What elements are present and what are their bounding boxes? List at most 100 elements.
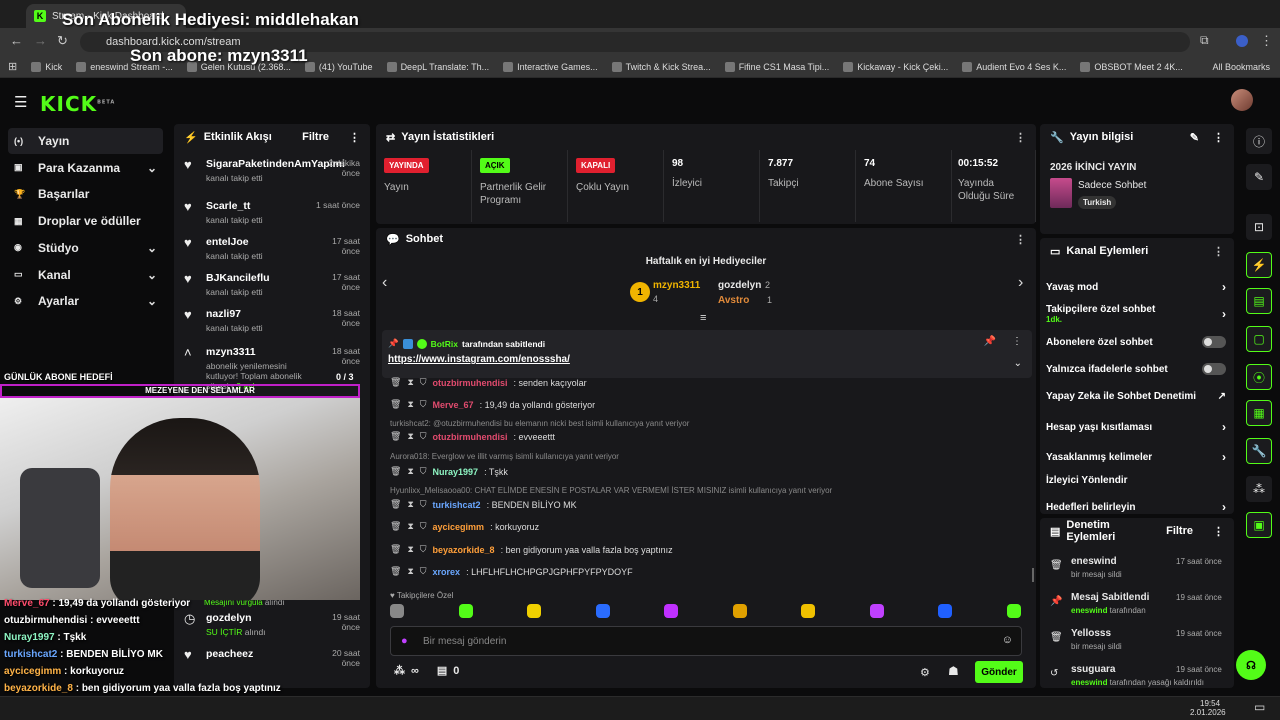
emote-icon[interactable] xyxy=(664,604,678,618)
channel-action[interactable]: Yapay Zeka ile Sohbet Denetimi ↗ xyxy=(1046,391,1226,402)
menu-icon[interactable]: ⋮ xyxy=(1260,33,1273,49)
channel-action[interactable]: İzleyici Yönlendir xyxy=(1046,475,1226,486)
nav-item[interactable]: ⚙ Ayarlar ⌄ xyxy=(8,288,163,314)
trash-icon[interactable]: 🗑 xyxy=(390,377,401,388)
document-icon[interactable]: ▤ xyxy=(1246,288,1272,314)
profile-icon[interactable] xyxy=(1236,35,1248,47)
mod-action-title[interactable]: eneswind xyxy=(1071,556,1117,567)
channel-action[interactable]: Hedefleri belirleyin › xyxy=(1046,500,1226,514)
reload-icon[interactable]: ↻ xyxy=(57,33,68,49)
gifter-name[interactable]: Avstro xyxy=(718,295,749,306)
gifter-name[interactable]: mzyn3311 xyxy=(653,280,700,291)
back-icon[interactable]: ← xyxy=(10,33,23,48)
mod-action-title[interactable]: ssuguara xyxy=(1071,664,1115,675)
nav-item[interactable]: ▣ Para Kazanma ⌄ xyxy=(8,155,163,181)
trash-icon[interactable]: 🗑 xyxy=(390,431,401,442)
emote-icon[interactable] xyxy=(595,604,610,618)
hamburger-icon[interactable]: ☰ xyxy=(14,93,27,111)
trash-icon[interactable]: 🗑 xyxy=(390,466,401,477)
forward-icon[interactable]: → xyxy=(34,33,47,48)
points-icon[interactable]: ⁂ xyxy=(394,664,405,677)
toggle-switch[interactable] xyxy=(1202,363,1226,375)
collapse-icon[interactable]: ≡ xyxy=(700,312,706,324)
activity-user[interactable]: BJKancileflu xyxy=(206,272,308,284)
bookmark-item[interactable]: (41) YouTube xyxy=(304,61,373,72)
prev-arrow-icon[interactable]: ‹ xyxy=(382,274,387,292)
notification-icon[interactable]: ▭ xyxy=(1254,700,1265,714)
emoji-icon[interactable]: ☺ xyxy=(1002,634,1013,646)
chat-username[interactable]: Nuray1997 xyxy=(433,467,479,477)
kick-logo[interactable]: KICKBETA xyxy=(40,92,115,116)
chevron-down-icon[interactable]: ⌄ xyxy=(1014,358,1022,369)
trash-icon[interactable]: 🗑 xyxy=(390,399,401,410)
emote-icon[interactable] xyxy=(458,604,473,618)
chat-username[interactable]: turkishcat2 xyxy=(433,500,481,510)
nav-item[interactable]: ◉ Stüdyo ⌄ xyxy=(8,235,163,261)
chat-input[interactable]: ● Bir mesaj gönderin ☺ xyxy=(390,626,1022,656)
channel-action[interactable]: Yasaklanmış kelimeler › xyxy=(1046,450,1226,464)
nav-item[interactable]: 🏆 Başarılar xyxy=(8,181,163,207)
settings-icon[interactable]: ⚙ xyxy=(920,666,930,679)
activity-user[interactable]: mzyn3311 xyxy=(206,346,308,358)
emote-icon[interactable] xyxy=(801,604,815,618)
channel-action[interactable]: Abonelere özel sohbet xyxy=(1046,336,1226,348)
mod-filter-button[interactable]: Filtre xyxy=(1166,525,1193,537)
bookmark-item[interactable]: Audient Evo 4 Ses K... xyxy=(962,61,1066,72)
more-icon[interactable]: ⋮ xyxy=(1015,131,1026,144)
activity-user[interactable]: nazli97 xyxy=(206,308,308,320)
bookmark-item[interactable]: Fifine CS1 Masa Tipi... xyxy=(724,61,829,72)
support-icon[interactable]: ☊ xyxy=(1236,650,1266,680)
broadcast-icon[interactable]: ⦿ xyxy=(1246,364,1272,390)
timeout-icon[interactable]: ⧗ xyxy=(407,499,413,510)
chat-username[interactable]: otuzbirmuhendisi xyxy=(433,432,508,442)
activity-filter-button[interactable]: Filtre xyxy=(302,131,329,143)
chat-scrollbar[interactable] xyxy=(1032,568,1034,582)
wrench-icon[interactable]: 🔧 xyxy=(1246,438,1272,464)
layout-icon[interactable]: ⊡ xyxy=(1246,214,1272,240)
all-bookmarks[interactable]: All Bookmarks xyxy=(1212,62,1270,72)
table-icon[interactable]: ▦ xyxy=(1246,400,1272,426)
trash-icon[interactable]: 🗑 xyxy=(390,544,401,555)
activity-user[interactable]: Scarle_tt xyxy=(206,200,308,212)
emote-icon[interactable] xyxy=(1006,604,1021,618)
more-icon[interactable]: ⋮ xyxy=(1213,245,1224,258)
chat-username[interactable]: beyazorkide_8 xyxy=(433,545,495,555)
timeout-icon[interactable]: ⧗ xyxy=(407,466,413,477)
mod-action-title[interactable]: Yellosss xyxy=(1071,628,1111,639)
bookmark-item[interactable]: Kickaway - Kick Çeki... xyxy=(843,61,948,72)
activity-user[interactable]: SigaraPaketindenAmYapimi xyxy=(206,158,345,170)
bookmark-item[interactable]: Kick xyxy=(31,61,62,72)
emote-icon[interactable] xyxy=(732,604,747,618)
unpin-icon[interactable]: 📌 xyxy=(984,336,996,347)
chat-icon[interactable]: ▢ xyxy=(1246,326,1272,352)
edit-icon[interactable]: ✎ xyxy=(1190,131,1199,144)
category-name[interactable]: Sadece Sohbet xyxy=(1078,180,1146,191)
send-button[interactable]: Gönder xyxy=(975,661,1023,683)
more-icon[interactable]: ⋮ xyxy=(349,131,360,144)
channel-action[interactable]: Hesap yaşı kısıtlaması › xyxy=(1046,420,1226,434)
emote-icon[interactable] xyxy=(869,604,884,618)
chat-username[interactable]: aycicegimm xyxy=(433,522,485,532)
emote-icon[interactable] xyxy=(390,604,404,618)
pinned-link[interactable]: https://www.instagram.com/enosssha/ xyxy=(388,354,570,365)
trash-icon[interactable]: 🗑 xyxy=(390,566,401,577)
edit-icon[interactable]: ✎ xyxy=(1246,164,1272,190)
chat-username[interactable]: xrorex xyxy=(433,567,461,577)
channel-action[interactable]: Yalnızca ifadelerle sohbet xyxy=(1046,363,1226,375)
more-icon[interactable]: ⋮ xyxy=(1012,336,1022,347)
more-icon[interactable]: ⋮ xyxy=(1213,525,1224,538)
store-icon[interactable]: ▤ xyxy=(437,664,447,677)
info-icon[interactable]: ⓘ xyxy=(1246,128,1272,154)
chat-username[interactable]: Merve_67 xyxy=(433,400,474,410)
apps-icon[interactable]: ⊞ xyxy=(8,60,17,73)
trash-icon[interactable]: 🗑 xyxy=(390,521,401,532)
channel-action[interactable]: Takipçilere özel sohbet 1dk. › xyxy=(1046,304,1226,324)
timeout-icon[interactable]: ⧗ xyxy=(407,377,413,388)
toggle-switch[interactable] xyxy=(1202,336,1226,348)
clapper-icon[interactable]: ▣ xyxy=(1246,512,1272,538)
channel-action[interactable]: Yavaş mod › xyxy=(1046,280,1226,294)
nav-item[interactable]: ▭ Kanal ⌄ xyxy=(8,262,163,288)
nav-item[interactable]: ▦ Droplar ve ödüller xyxy=(8,208,163,234)
timeout-icon[interactable]: ⧗ xyxy=(407,544,413,555)
mod-action-title[interactable]: Mesaj Sabitlendi xyxy=(1071,592,1149,603)
